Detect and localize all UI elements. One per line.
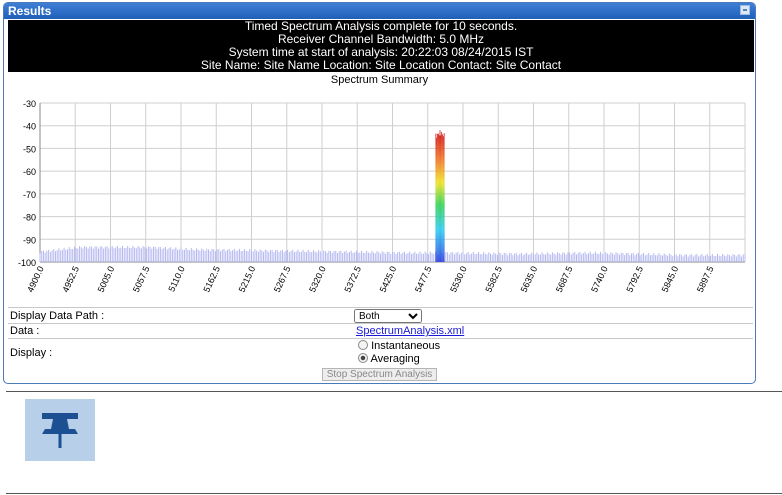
data-path-select[interactable]: Both [354, 309, 422, 323]
spectrum-peak-bar [441, 132, 443, 262]
spectrum-peak [435, 130, 445, 262]
x-tick-label: 5530.0 [448, 265, 469, 294]
spectrum-peak-bar [435, 133, 437, 262]
x-tick-label: 4900.0 [25, 265, 46, 294]
note-top-rule [6, 391, 782, 392]
spectrum-peak-bar [440, 135, 442, 262]
y-tick-label: -60 [23, 167, 36, 177]
pin-icon [42, 413, 78, 448]
data-row: Data : SpectrumAnalysis.xml [8, 323, 753, 339]
spectrum-peak-bar [442, 136, 444, 262]
x-tick-label: 5110.0 [166, 265, 186, 294]
radio-averaging-label: Averaging [370, 353, 420, 365]
note-bottom-rule [6, 493, 782, 494]
x-tick-label: 5057.5 [131, 265, 152, 294]
analysis-info: Timed Spectrum Analysis complete for 10 … [8, 20, 754, 72]
y-tick-label: -70 [23, 190, 36, 200]
spectrum-peak-bar [439, 130, 441, 262]
y-tick-label: -30 [23, 99, 36, 109]
spectrum-peak-bar [442, 134, 443, 262]
x-tick-label: 5740.0 [589, 265, 610, 294]
spectrum-chart: -30 -40 -50 -60 -70 -80 -90 -1004900.0 4952.5 500… [18, 99, 746, 294]
x-tick-label: 5425.0 [378, 265, 399, 294]
radio-averaging[interactable]: Averaging [358, 353, 420, 365]
y-tick-label: -90 [23, 235, 36, 245]
spectrum-peak-bar [437, 133, 439, 262]
spectrum-xml-link[interactable]: SpectrumAnalysis.xml [356, 325, 464, 337]
note-pin-box [25, 399, 95, 461]
display-data-path-row: Display Data Path : Both [8, 307, 753, 324]
data-label: Data : [10, 325, 40, 337]
panel-title: Results [8, 4, 52, 18]
x-tick-label: 5897.5 [695, 265, 716, 294]
results-panel: Results Timed Spectrum Analysis complete… [3, 2, 756, 384]
spectrum-peak-bar [438, 135, 440, 262]
radio-instantaneous[interactable]: Instantaneous [358, 340, 440, 352]
x-tick-label: 5320.0 [307, 265, 328, 294]
x-tick-label: 5372.5 [342, 265, 363, 294]
x-tick-label: 5635.0 [519, 265, 540, 294]
display-row: Display : Instantaneous Averaging [8, 338, 753, 367]
x-tick-label: 5215.0 [237, 265, 258, 294]
collapse-icon[interactable] [740, 5, 750, 15]
radio-instantaneous-label: Instantaneous [371, 340, 441, 352]
y-tick-label: -100 [18, 258, 36, 268]
x-tick-label: 5477.5 [413, 265, 434, 294]
x-tick-label: 5792.5 [624, 265, 645, 294]
x-tick-label: 5162.5 [201, 265, 222, 294]
display-label: Display : [10, 347, 53, 359]
spectrum-peak-bar [443, 133, 445, 262]
x-tick-label: 4952.5 [60, 265, 81, 294]
x-tick-label: 5845.0 [660, 265, 681, 294]
x-tick-label: 5687.5 [554, 265, 575, 294]
x-tick-label: 5582.5 [483, 265, 504, 294]
panel-header: Results [4, 3, 755, 19]
radio-unchecked-icon[interactable] [358, 340, 368, 350]
x-tick-label: 5267.5 [272, 265, 293, 294]
y-tick-label: -80 [23, 213, 36, 223]
info-line-site: Site Name: Site Name Location: Site Loca… [200, 58, 562, 72]
spectrum-peak-bar [436, 137, 438, 262]
radio-checked-icon[interactable] [358, 353, 368, 363]
x-tick-label: 5005.0 [96, 265, 117, 294]
display-data-path-label: Display Data Path : [10, 310, 105, 322]
spectrum-peak-bar [437, 133, 438, 262]
y-tick-label: -50 [23, 144, 36, 154]
stop-spectrum-analysis-button[interactable]: Stop Spectrum Analysis [322, 368, 437, 381]
y-tick-label: -40 [23, 122, 36, 132]
